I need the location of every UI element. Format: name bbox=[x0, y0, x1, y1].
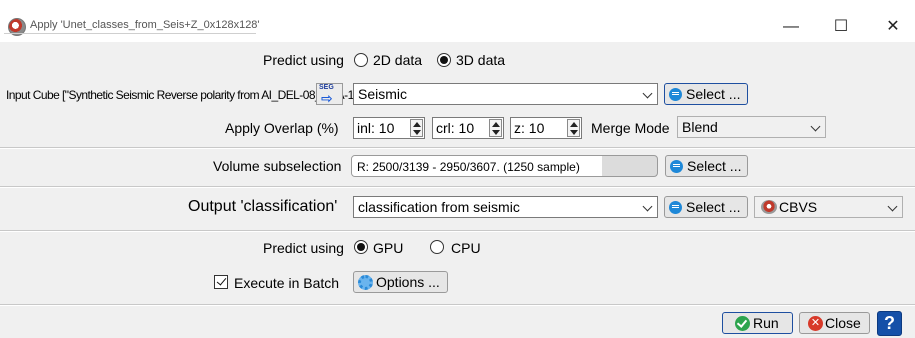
checkmark-icon bbox=[735, 316, 750, 331]
output-label: Output 'classification' bbox=[188, 198, 338, 215]
execute-batch-checkbox[interactable] bbox=[214, 275, 228, 289]
inl-value: inl: 10 bbox=[357, 120, 395, 136]
radio-gpu-label[interactable]: GPU bbox=[373, 239, 403, 257]
arrow-right-icon: ⇨ bbox=[321, 90, 333, 106]
batch-options-label: Options ... bbox=[376, 274, 440, 290]
divider-highlight bbox=[0, 305, 915, 306]
volume-select-button[interactable]: Select ... bbox=[665, 155, 748, 177]
close-button[interactable]: ✕ Close bbox=[799, 312, 870, 334]
output-select-button[interactable]: Select ... bbox=[664, 196, 748, 218]
crl-stepper-arrows[interactable] bbox=[489, 119, 502, 137]
window-close-button[interactable]: ✕ bbox=[880, 14, 906, 40]
output-name-select[interactable]: classification from seismic bbox=[353, 196, 658, 218]
input-cube-label: Input Cube ["Synthetic Seismic Reverse p… bbox=[6, 88, 367, 102]
input-select-label: Select ... bbox=[686, 86, 741, 102]
close-label: Close bbox=[825, 315, 861, 331]
input-select-button[interactable]: Select ... bbox=[664, 83, 748, 105]
radio-gpu[interactable] bbox=[354, 240, 368, 254]
volume-range-bar: R: 2500/3139 - 2950/3607. (1250 sample) bbox=[351, 155, 658, 177]
chevron-down-icon bbox=[642, 88, 653, 99]
minimize-button[interactable]: — bbox=[778, 14, 804, 40]
z-spinbox[interactable]: z: 10 bbox=[510, 117, 582, 139]
overlap-label: Apply Overlap (%) bbox=[225, 120, 339, 136]
inl-stepper-arrows[interactable] bbox=[410, 119, 423, 137]
radio-3d-data[interactable] bbox=[437, 53, 451, 67]
z-value: z: 10 bbox=[514, 120, 545, 136]
list-icon bbox=[670, 160, 683, 173]
z-stepper-arrows[interactable] bbox=[567, 119, 580, 137]
divider-highlight bbox=[0, 187, 915, 188]
up-arrow-icon bbox=[492, 122, 500, 127]
batch-options-button[interactable]: Options ... bbox=[353, 271, 448, 293]
seg-import-icon[interactable]: SEG ⇨ bbox=[316, 83, 343, 105]
window-title: Apply 'Unet_classes_from_Seis+Z_0x128x12… bbox=[30, 19, 260, 31]
divider-highlight bbox=[0, 148, 915, 149]
help-button[interactable]: ? bbox=[877, 311, 902, 336]
volume-subselection-label: Volume subselection bbox=[213, 158, 342, 174]
crl-value: crl: 10 bbox=[436, 120, 475, 136]
list-icon bbox=[669, 201, 682, 214]
up-arrow-icon bbox=[570, 122, 578, 127]
merge-mode-value: Blend bbox=[682, 119, 718, 135]
run-label: Run bbox=[753, 315, 779, 331]
merge-mode-select[interactable]: Blend bbox=[677, 116, 826, 138]
execute-batch-label[interactable]: Execute in Batch bbox=[234, 274, 339, 292]
down-arrow-icon bbox=[570, 130, 578, 135]
crl-spinbox[interactable]: crl: 10 bbox=[432, 117, 504, 139]
input-cube-select[interactable]: Seismic bbox=[353, 83, 658, 105]
output-name-value: classification from seismic bbox=[358, 199, 520, 215]
list-icon bbox=[669, 88, 682, 101]
title-underline bbox=[4, 33, 256, 34]
down-arrow-icon bbox=[413, 130, 421, 135]
radio-cpu[interactable] bbox=[430, 240, 444, 254]
close-icon: ✕ bbox=[808, 316, 823, 331]
title-bar: Apply 'Unet_classes_from_Seis+Z_0x128x12… bbox=[0, 0, 915, 42]
predict-data-label: Predict using bbox=[263, 52, 344, 68]
gear-icon bbox=[358, 275, 373, 290]
cbvs-format-icon bbox=[761, 200, 777, 214]
radio-2d-data[interactable] bbox=[354, 53, 368, 67]
volume-select-label: Select ... bbox=[687, 158, 742, 174]
input-cube-value: Seismic bbox=[358, 86, 408, 102]
run-button[interactable]: Run bbox=[722, 312, 793, 334]
merge-mode-label: Merge Mode bbox=[591, 120, 670, 136]
down-arrow-icon bbox=[492, 130, 500, 135]
maximize-button[interactable]: ☐ bbox=[828, 14, 854, 40]
volume-range-text: R: 2500/3139 - 2950/3607. (1250 sample) bbox=[357, 160, 580, 174]
radio-3d-data-label[interactable]: 3D data bbox=[456, 51, 505, 69]
inl-spinbox[interactable]: inl: 10 bbox=[353, 117, 425, 139]
chevron-down-icon bbox=[642, 201, 653, 212]
output-format-value: CBVS bbox=[779, 199, 818, 215]
radio-2d-data-label[interactable]: 2D data bbox=[373, 51, 422, 69]
output-format-select[interactable]: CBVS bbox=[754, 196, 903, 218]
radio-cpu-label[interactable]: CPU bbox=[451, 239, 481, 257]
chevron-down-icon bbox=[887, 201, 898, 212]
chevron-down-icon bbox=[810, 121, 821, 132]
divider-highlight bbox=[0, 231, 915, 232]
predict-device-label: Predict using bbox=[263, 240, 344, 256]
output-select-label: Select ... bbox=[686, 199, 741, 215]
up-arrow-icon bbox=[413, 122, 421, 127]
